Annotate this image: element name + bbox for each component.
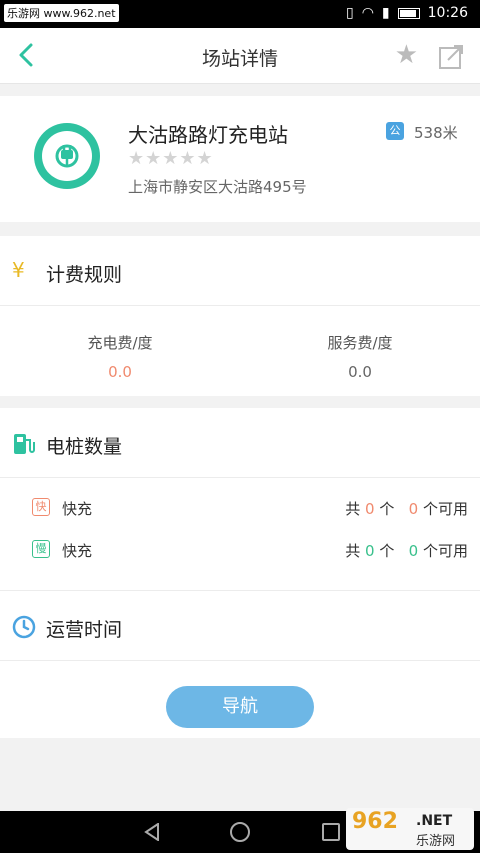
charge-fee-label: 充电费/度 [87,334,153,352]
pile-type-name: 快充 [62,542,93,560]
station-logo [34,123,100,189]
fee-section-header: ¥ 计费规则 [0,236,480,306]
logo-cn-text: 乐游网 [416,834,456,849]
station-info-card: 大沽路路灯充电站 ★★★★★ 上海市静安区大沽路495号 公 538米 [0,96,480,222]
pile-count: 共 0 个 0 个可用 [345,500,468,518]
fast-tag-icon: 快 [32,498,50,516]
hours-section: 运营时间 [0,590,480,662]
station-address: 上海市静安区大沽路495号 [128,178,307,196]
status-bar: 乐游网 www.962.net ▯ ◠ ▮ 10:26 [0,0,480,28]
pile-row-fast: 快 快充 共 0 个 0 个可用 [0,490,480,532]
pile-row-slow: 慢 快充 共 0 个 0 个可用 [0,532,480,574]
service-fee: 服务费/度 0.0 [240,332,480,381]
piles-section-header: 电桩数量 [0,408,480,478]
app-header: 场站详情 ★ [0,28,480,84]
wifi-icon: ◠ [361,5,374,21]
navigate-button[interactable]: 导航 [166,686,314,728]
status-icons: ▯ ◠ ▮ 10:26 [346,5,468,21]
charging-pile-icon [14,434,35,454]
fee-section: ¥ 计费规则 充电费/度 0.0 服务费/度 0.0 [0,236,480,396]
station-name: 大沽路路灯充电站 [128,123,288,147]
pile-type-name: 快充 [62,500,93,518]
plug-icon [55,144,79,168]
piles-section-title: 电桩数量 [46,436,123,458]
distance-label: 538米 [414,124,458,142]
fee-row: 充电费/度 0.0 服务费/度 0.0 [0,306,480,396]
public-badge: 公 [386,122,404,140]
favorite-star-icon[interactable]: ★ [395,42,418,68]
site-watermark-logo: 962 .NET 乐游网 [346,808,474,850]
signal-icon: ▮ [381,5,390,21]
charge-fee: 充电费/度 0.0 [0,332,240,381]
service-fee-label: 服务费/度 [327,334,393,352]
rating-stars: ★★★★★ [128,148,214,169]
watermark: 乐游网 www.962.net [4,4,119,22]
charge-fee-value: 0.0 [108,363,132,381]
fee-section-title: 计费规则 [46,264,123,286]
system-back-icon[interactable] [144,823,160,841]
service-fee-value: 0.0 [348,363,372,381]
pile-count: 共 0 个 0 个可用 [345,542,468,560]
system-home-icon[interactable] [230,822,250,842]
clock-icon [12,615,36,639]
logo-domain: .NET [416,813,453,829]
hours-section-title: 运营时间 [46,619,123,641]
piles-section: 电桩数量 快 快充 共 0 个 0 个可用 慢 快充 共 0 个 0 个可用 [0,408,480,590]
yen-icon: ¥ [12,258,25,282]
navigation-area: 导航 [0,662,480,738]
clock: 10:26 [427,5,468,21]
slow-tag-icon: 慢 [32,540,50,558]
hours-section-header: 运营时间 [0,591,480,661]
battery-icon [397,7,420,19]
logo-number: 962 [352,809,398,834]
vibrate-icon: ▯ [345,5,354,21]
system-recents-icon[interactable] [322,823,340,841]
share-icon[interactable] [438,44,464,70]
